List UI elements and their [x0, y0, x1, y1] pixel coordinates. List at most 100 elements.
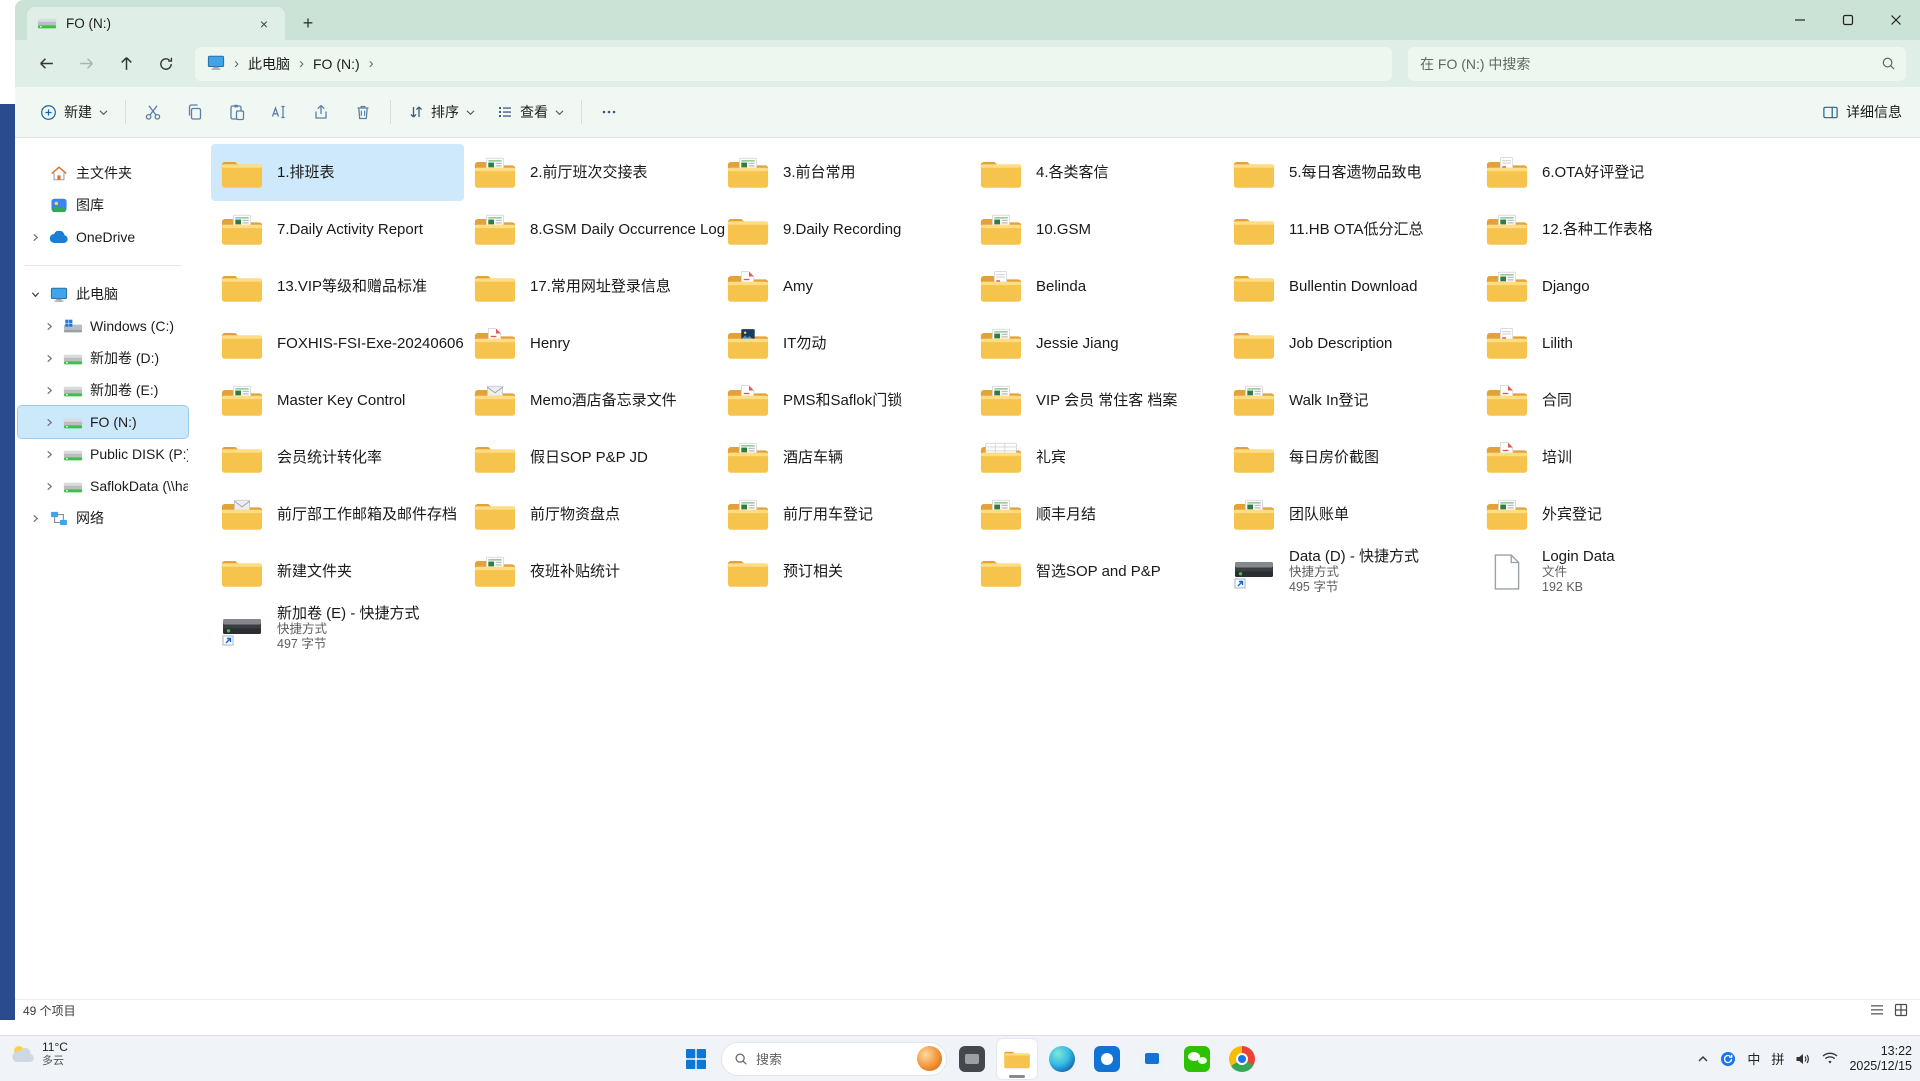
file-item[interactable]: 预订相关 — [717, 543, 970, 600]
maximize-button[interactable] — [1824, 0, 1872, 40]
sidebar-item[interactable]: 新加卷 (E:) — [18, 374, 188, 406]
forward-button[interactable] — [69, 47, 103, 81]
file-item[interactable]: Amy — [717, 258, 970, 315]
dark-app-button[interactable] — [952, 1039, 992, 1079]
breadcrumb-this-pc[interactable]: 此电脑 — [248, 54, 290, 74]
file-item[interactable]: Master Key Control — [211, 372, 464, 429]
details-button[interactable]: 详细信息 — [1822, 102, 1902, 122]
file-item[interactable]: 酒店车辆 — [717, 429, 970, 486]
rename-button[interactable] — [258, 94, 300, 130]
file-item[interactable]: 7.Daily Activity Report — [211, 201, 464, 258]
wechat-button[interactable] — [1177, 1039, 1217, 1079]
sidebar-item[interactable]: 网络 — [18, 502, 188, 534]
file-item[interactable]: 新加卷 (E) - 快捷方式快捷方式497 字节 — [211, 600, 464, 657]
tab-close-icon[interactable]: × — [253, 13, 275, 35]
search-input[interactable] — [1418, 55, 1881, 73]
file-item[interactable]: Jessie Jiang — [970, 315, 1223, 372]
taskbar-search[interactable]: 搜索 — [721, 1042, 947, 1076]
file-item[interactable]: 13.VIP等级和赠品标准 — [211, 258, 464, 315]
file-item[interactable]: 团队账单 — [1223, 486, 1476, 543]
file-item[interactable]: 前厅物资盘点 — [464, 486, 717, 543]
sidebar-item[interactable]: 主文件夹 — [18, 157, 188, 189]
file-item[interactable]: Bullentin Download — [1223, 258, 1476, 315]
sidebar-item[interactable]: OneDrive — [18, 221, 188, 253]
view-button[interactable]: 查看 — [486, 94, 575, 130]
file-item[interactable]: 合同 — [1476, 372, 1729, 429]
file-item[interactable]: 10.GSM — [970, 201, 1223, 258]
file-item[interactable]: 礼宾 — [970, 429, 1223, 486]
sidebar-item[interactable]: 新加卷 (D:) — [18, 342, 188, 374]
minimize-button[interactable] — [1776, 0, 1824, 40]
file-item[interactable]: 11.HB OTA低分汇总 — [1223, 201, 1476, 258]
file-item[interactable]: 5.每日客遗物品致电 — [1223, 144, 1476, 201]
chevron-right-icon[interactable] — [42, 322, 56, 331]
file-item[interactable]: Job Description — [1223, 315, 1476, 372]
file-item[interactable]: 培训 — [1476, 429, 1729, 486]
breadcrumb-fo-drive[interactable]: FO (N:) — [313, 56, 360, 72]
file-item[interactable]: 前厅用车登记 — [717, 486, 970, 543]
file-item[interactable]: Lilith — [1476, 315, 1729, 372]
file-item[interactable]: 会员统计转化率 — [211, 429, 464, 486]
back-button[interactable] — [29, 47, 63, 81]
file-item[interactable]: 3.前台常用 — [717, 144, 970, 201]
file-item[interactable]: FOXHIS-FSI-Exe-20240606 — [211, 315, 464, 372]
file-item[interactable]: 17.常用网址登录信息 — [464, 258, 717, 315]
file-item[interactable]: Henry — [464, 315, 717, 372]
sidebar-item[interactable]: FO (N:) — [18, 406, 188, 438]
sidebar-item[interactable]: 此电脑 — [18, 278, 188, 310]
list-view-icon[interactable] — [1870, 1003, 1884, 1017]
sidebar-item[interactable]: SaflokData (\\hakwe — [18, 470, 188, 502]
close-button[interactable] — [1872, 0, 1920, 40]
file-item[interactable]: 9.Daily Recording — [717, 201, 970, 258]
file-item[interactable]: Django — [1476, 258, 1729, 315]
paste-button[interactable] — [216, 94, 258, 130]
volume-icon[interactable] — [1795, 1052, 1811, 1066]
store-button[interactable] — [1132, 1039, 1172, 1079]
file-item[interactable]: IT勿动 — [717, 315, 970, 372]
new-tab-button[interactable]: + — [293, 8, 323, 38]
up-button[interactable] — [109, 47, 143, 81]
refresh-button[interactable] — [149, 47, 183, 81]
tab-fo-drive[interactable]: FO (N:) × — [27, 7, 285, 40]
new-button[interactable]: 新建 — [29, 94, 119, 130]
breadcrumb[interactable]: › 此电脑 › FO (N:) › — [195, 47, 1392, 81]
chevron-right-icon[interactable] — [42, 450, 56, 459]
tray-chevron-up-icon[interactable] — [1697, 1053, 1709, 1065]
file-item[interactable]: VIP 会员 常住客 档案 — [970, 372, 1223, 429]
cut-button[interactable] — [132, 94, 174, 130]
search-highlight-badge[interactable] — [917, 1046, 942, 1071]
sidebar-item[interactable]: 图库 — [18, 189, 188, 221]
search-box[interactable] — [1408, 47, 1906, 81]
taskbar-clock[interactable]: 13:22 2025/12/15 — [1849, 1044, 1912, 1074]
sidebar-item[interactable]: Windows (C:) — [18, 310, 188, 342]
sidebar-item[interactable]: Public DISK (P:) — [18, 438, 188, 470]
network-icon[interactable] — [1822, 1052, 1838, 1065]
large-icons-view-icon[interactable] — [1894, 1003, 1908, 1017]
share-button[interactable] — [300, 94, 342, 130]
chevron-right-icon[interactable] — [42, 418, 56, 427]
file-item[interactable]: 夜班补贴统计 — [464, 543, 717, 600]
file-item[interactable]: Data (D) - 快捷方式快捷方式495 字节 — [1223, 543, 1476, 600]
file-item[interactable]: 顺丰月结 — [970, 486, 1223, 543]
file-item[interactable]: 4.各类客信 — [970, 144, 1223, 201]
delete-button[interactable] — [342, 94, 384, 130]
weather-widget[interactable]: 11°C 多云 — [8, 1040, 68, 1068]
chevron-right-icon[interactable] — [28, 233, 42, 242]
sort-button[interactable]: 排序 — [397, 94, 486, 130]
chevron-right-icon[interactable] — [42, 354, 56, 363]
chrome-button[interactable] — [1222, 1039, 1262, 1079]
file-item[interactable]: 前厅部工作邮箱及邮件存档 — [211, 486, 464, 543]
edge-button[interactable] — [1042, 1039, 1082, 1079]
file-item[interactable]: Walk In登记 — [1223, 372, 1476, 429]
file-item[interactable]: 智选SOP and P&P — [970, 543, 1223, 600]
file-item[interactable]: 6.OTA好评登记 — [1476, 144, 1729, 201]
tray-update-icon[interactable] — [1720, 1051, 1736, 1067]
file-item[interactable]: 每日房价截图 — [1223, 429, 1476, 486]
ime-language-indicator[interactable]: 中 — [1747, 1049, 1760, 1068]
file-item[interactable]: 2.前厅班次交接表 — [464, 144, 717, 201]
file-item[interactable]: Login Data文件192 KB — [1476, 543, 1729, 600]
file-item[interactable]: Belinda — [970, 258, 1223, 315]
file-item[interactable]: PMS和Saflok门锁 — [717, 372, 970, 429]
file-item[interactable]: Memo酒店备忘录文件 — [464, 372, 717, 429]
file-explorer-button[interactable] — [997, 1039, 1037, 1079]
